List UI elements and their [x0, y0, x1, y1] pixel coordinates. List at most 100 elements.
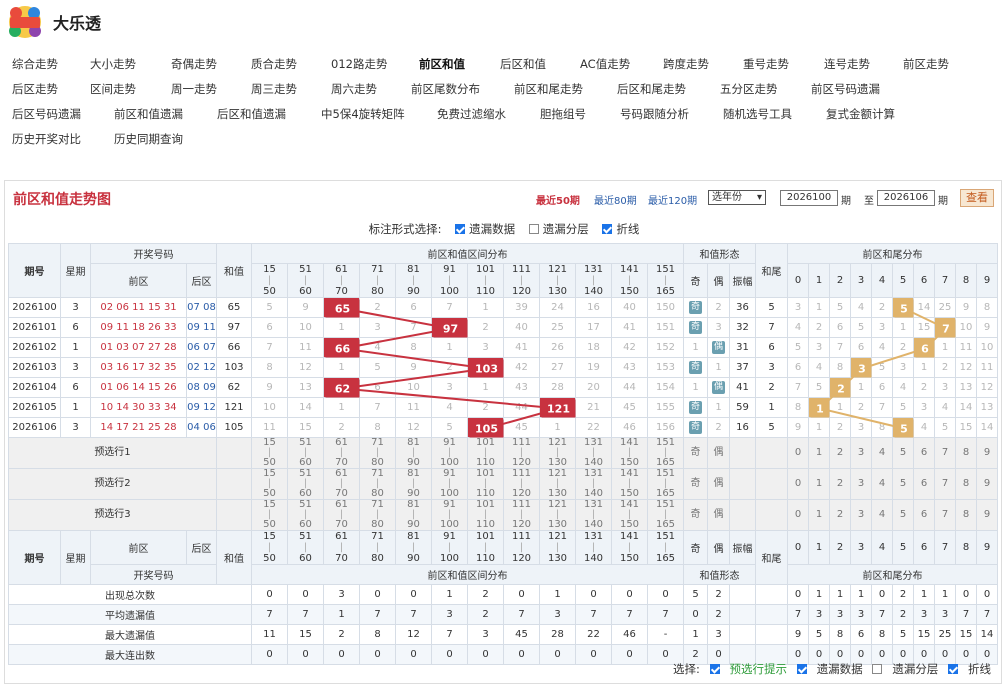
checkbox-icon[interactable]	[528, 224, 539, 234]
forecast-digit[interactable]: 1	[808, 437, 830, 469]
forecast-range[interactable]: 121 | 130	[539, 468, 576, 500]
forecast-digit[interactable]: 1	[808, 499, 830, 531]
forecast-even[interactable]: 偶	[707, 468, 730, 500]
forecast-range[interactable]: 131 | 140	[575, 437, 612, 469]
link-recent-80[interactable]: 最近80期	[594, 192, 637, 207]
forecast-range[interactable]: 121 | 130	[539, 499, 576, 531]
nav-link-0-1[interactable]: 大小走势	[90, 56, 136, 72]
forecast-range[interactable]: 101 | 110	[467, 499, 504, 531]
bottom-opt-layer[interactable]: 遗漏分层	[872, 662, 938, 676]
forecast-digit[interactable]: 9	[976, 437, 998, 469]
nav-link-1-4[interactable]: 周六走势	[331, 81, 377, 97]
nav-link-2-6[interactable]: 号码跟随分析	[620, 106, 689, 122]
forecast-range[interactable]: 151 | 165	[647, 499, 684, 531]
forecast-digit[interactable]: 5	[892, 437, 914, 469]
forecast-range[interactable]: 151 | 165	[647, 468, 684, 500]
forecast-range[interactable]: 91 | 100	[431, 468, 468, 500]
forecast-range[interactable]: 141 | 150	[611, 499, 648, 531]
forecast-digit[interactable]: 9	[976, 468, 998, 500]
forecast-digit[interactable]: 3	[850, 468, 872, 500]
col-issue-header[interactable]: 期号	[8, 243, 61, 298]
nav-link-1-9[interactable]: 前区号码遗漏	[811, 81, 880, 97]
nav-link-2-5[interactable]: 胆拖组号	[540, 106, 586, 122]
forecast-even[interactable]: 偶	[707, 437, 730, 469]
checkbox-icon[interactable]	[948, 664, 958, 674]
forecast-digit[interactable]: 8	[955, 437, 977, 469]
forecast-digit[interactable]: 6	[913, 499, 935, 531]
forecast-digit[interactable]: 9	[976, 499, 998, 531]
nav-link-0-4[interactable]: 012路走势	[331, 56, 387, 72]
forecast-range[interactable]: 121 | 130	[539, 437, 576, 469]
checkbox-icon[interactable]	[455, 224, 466, 234]
forecast-digit[interactable]: 4	[871, 437, 893, 469]
forecast-range[interactable]: 131 | 140	[575, 468, 612, 500]
nav-link-1-0[interactable]: 后区走势	[12, 81, 58, 97]
nav-link-1-8[interactable]: 五分区走势	[720, 81, 778, 97]
forecast-digit[interactable]: 5	[892, 468, 914, 500]
bottom-opt-missing[interactable]: 遗漏数据	[796, 662, 863, 676]
checkbox-icon[interactable]	[709, 664, 720, 674]
nav-link-1-3[interactable]: 周三走势	[251, 81, 297, 97]
to-issue-input[interactable]: 2026106	[877, 190, 935, 206]
forecast-range[interactable]: 111 | 120	[503, 437, 540, 469]
forecast-range[interactable]: 71 | 80	[359, 499, 396, 531]
forecast-digit[interactable]: 2	[829, 499, 851, 531]
nav-link-2-3[interactable]: 中5保4旋转矩阵	[321, 106, 405, 122]
bottom-opt-line[interactable]: 折线	[948, 662, 991, 676]
link-recent-120[interactable]: 最近120期	[648, 192, 697, 207]
nav-link-0-6[interactable]: 后区和值	[500, 56, 546, 72]
forecast-digit[interactable]: 8	[955, 499, 977, 531]
forecast-range[interactable]: 101 | 110	[467, 437, 504, 469]
forecast-digit[interactable]: 0	[787, 437, 809, 469]
forecast-odd[interactable]: 奇	[683, 468, 708, 500]
option-missing-layer[interactable]: 遗漏分层	[528, 222, 589, 236]
forecast-digit[interactable]: 7	[934, 499, 956, 531]
forecast-range[interactable]: 15 | 50	[251, 499, 288, 531]
nav-link-0-2[interactable]: 奇偶走势	[171, 56, 217, 72]
forecast-range[interactable]: 91 | 100	[431, 437, 468, 469]
forecast-range[interactable]: 71 | 80	[359, 437, 396, 469]
forecast-range[interactable]: 81 | 90	[395, 499, 432, 531]
forecast-range[interactable]: 51 | 60	[287, 499, 324, 531]
nav-link-0-11[interactable]: 前区走势	[903, 56, 949, 72]
query-button[interactable]: 查看	[960, 189, 994, 207]
forecast-digit[interactable]: 7	[934, 437, 956, 469]
forecast-range[interactable]: 81 | 90	[395, 468, 432, 500]
forecast-range[interactable]: 15 | 50	[251, 437, 288, 469]
forecast-range[interactable]: 51 | 60	[287, 468, 324, 500]
forecast-range[interactable]: 61 | 70	[323, 499, 360, 531]
forecast-range[interactable]: 141 | 150	[611, 468, 648, 500]
forecast-digit[interactable]: 3	[850, 499, 872, 531]
forecast-range[interactable]: 111 | 120	[503, 468, 540, 500]
forecast-range[interactable]: 15 | 50	[251, 468, 288, 500]
nav-link-2-7[interactable]: 随机选号工具	[723, 106, 792, 122]
forecast-digit[interactable]: 6	[913, 437, 935, 469]
forecast-digit[interactable]: 0	[787, 468, 809, 500]
forecast-range[interactable]: 91 | 100	[431, 499, 468, 531]
year-select[interactable]: 选年份 ▾	[708, 190, 766, 205]
nav-link-3-0[interactable]: 历史开奖对比	[12, 131, 81, 147]
forecast-range[interactable]: 61 | 70	[323, 468, 360, 500]
forecast-digit[interactable]: 4	[871, 468, 893, 500]
nav-link-0-8[interactable]: 跨度走势	[663, 56, 709, 72]
forecast-digit[interactable]: 3	[850, 437, 872, 469]
nav-link-0-7[interactable]: AC值走势	[580, 56, 630, 72]
bottom-opt-forecast[interactable]: 预选行提示	[709, 662, 787, 676]
forecast-range[interactable]: 71 | 80	[359, 468, 396, 500]
forecast-range[interactable]: 151 | 165	[647, 437, 684, 469]
nav-link-1-5[interactable]: 前区尾数分布	[411, 81, 480, 97]
nav-link-0-5[interactable]: 前区和值	[419, 56, 465, 72]
nav-link-2-0[interactable]: 后区号码遗漏	[12, 106, 81, 122]
nav-link-0-3[interactable]: 质合走势	[251, 56, 297, 72]
forecast-odd[interactable]: 奇	[683, 437, 708, 469]
nav-link-1-2[interactable]: 周一走势	[171, 81, 217, 97]
forecast-digit[interactable]: 1	[808, 468, 830, 500]
nav-link-1-1[interactable]: 区间走势	[90, 81, 136, 97]
nav-link-2-2[interactable]: 后区和值遗漏	[217, 106, 286, 122]
option-polyline[interactable]: 折线	[602, 222, 639, 236]
forecast-range[interactable]: 131 | 140	[575, 499, 612, 531]
link-recent-50[interactable]: 最近50期	[536, 192, 580, 207]
forecast-digit[interactable]: 7	[934, 468, 956, 500]
forecast-digit[interactable]: 2	[829, 468, 851, 500]
nav-link-3-1[interactable]: 历史同期查询	[114, 131, 183, 147]
